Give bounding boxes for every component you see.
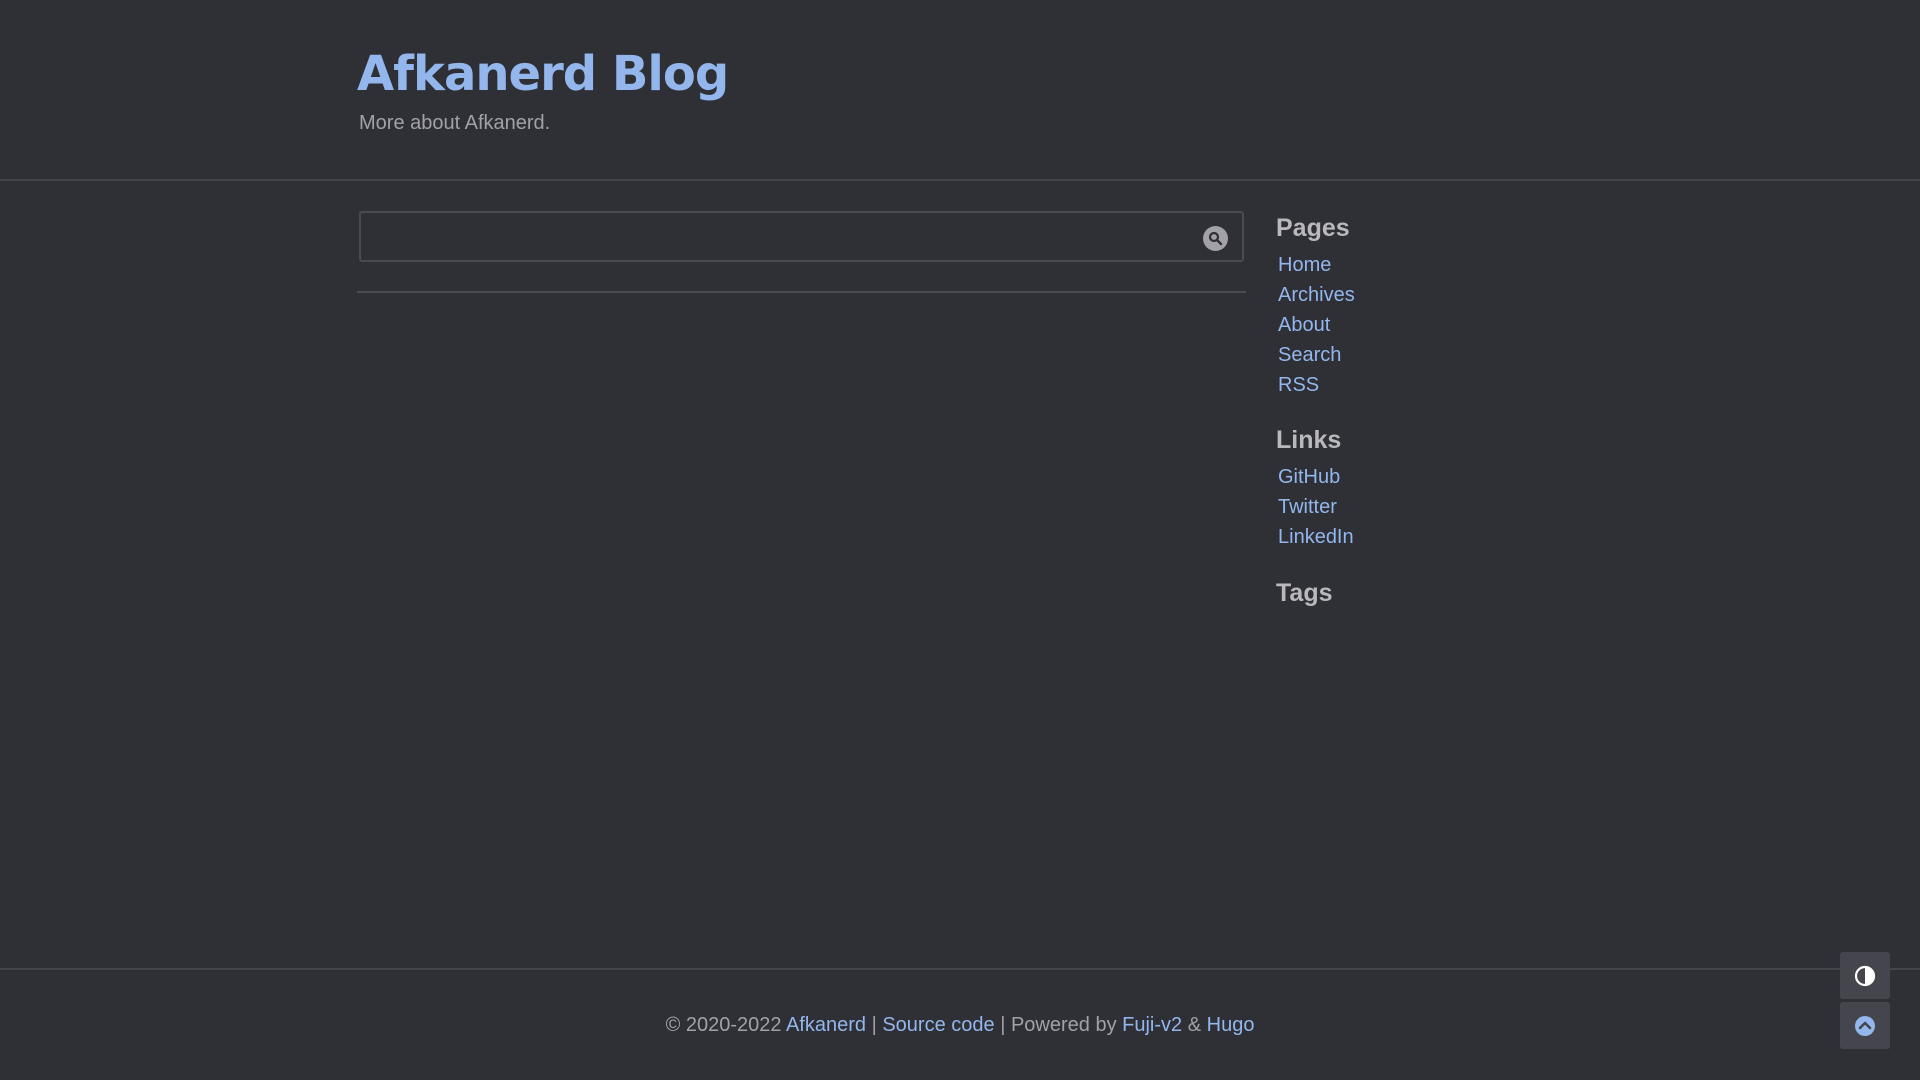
footer-author-link[interactable]: Afkanerd [786,1014,866,1036]
sidebar-pages-list: Home Archives About Search RSS [1278,250,1355,400]
list-item: Search [1278,340,1355,370]
search-input[interactable] [363,215,1193,258]
footer-text: © 2020-2022 Afkanerd | Source code | Pow… [0,1012,1920,1038]
footer-theme-link[interactable]: Fuji-v2 [1122,1014,1182,1036]
sidebar-link-search[interactable]: Search [1278,344,1341,366]
search-icon[interactable] [1203,226,1228,251]
sidebar-heading-links: Links [1276,426,1342,454]
sidebar-heading-tags: Tags [1276,579,1333,607]
content-divider [357,291,1246,293]
sidebar-link-about[interactable]: About [1278,314,1330,336]
sidebar-heading-pages: Pages [1276,214,1350,242]
sidebar-link-rss[interactable]: RSS [1278,374,1319,396]
sidebar-link-archives[interactable]: Archives [1278,284,1355,306]
back-to-top-button[interactable] [1840,1002,1890,1049]
sidebar-section-tags: Tags [1276,577,1333,609]
list-item: RSS [1278,370,1355,400]
sidebar-section-links: Links GitHub Twitter LinkedIn [1276,424,1354,552]
theme-toggle-button[interactable] [1840,952,1890,999]
footer-engine-link[interactable]: Hugo [1207,1014,1255,1036]
chevron-up-icon [1855,1016,1875,1036]
list-item: About [1278,310,1355,340]
sidebar-link-twitter[interactable]: Twitter [1278,496,1337,518]
sidebar-link-linkedin[interactable]: LinkedIn [1278,526,1354,548]
sidebar-section-pages: Pages Home Archives About Search RSS [1276,212,1355,400]
site-title[interactable]: Afkanerd Blog [357,42,729,106]
site-footer: © 2020-2022 Afkanerd | Source code | Pow… [0,968,1920,1080]
site-subtitle: More about Afkanerd. [359,112,551,134]
list-item: Archives [1278,280,1355,310]
search-box [359,211,1244,262]
sidebar-link-github[interactable]: GitHub [1278,466,1340,488]
sidebar-links-list: GitHub Twitter LinkedIn [1278,462,1354,552]
footer-separator: | [871,1014,877,1036]
list-item: LinkedIn [1278,522,1354,552]
contrast-icon [1854,965,1876,987]
site-header: Afkanerd Blog More about Afkanerd. [0,0,1920,181]
list-item: Home [1278,250,1355,280]
footer-copyright: © 2020-2022 [665,1014,782,1036]
sidebar-link-home[interactable]: Home [1278,254,1331,276]
footer-ampersand: & [1187,1014,1202,1036]
list-item: Twitter [1278,492,1354,522]
footer-powered-by: | Powered by [1000,1014,1117,1036]
footer-source-link[interactable]: Source code [882,1014,994,1036]
list-item: GitHub [1278,462,1354,492]
